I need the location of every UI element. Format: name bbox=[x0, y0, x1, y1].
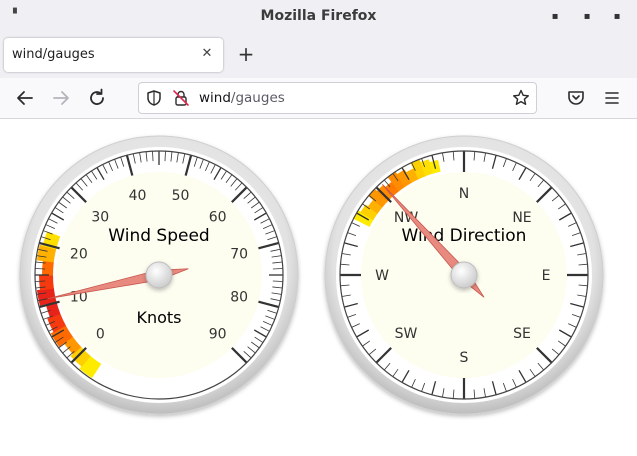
tick-mark bbox=[272, 268, 283, 270]
tick-label: 40 bbox=[129, 188, 147, 204]
star-icon[interactable] bbox=[511, 88, 531, 108]
wind-speed-gauge: 010203040 5060708090 Wind Speed Knots bbox=[19, 135, 299, 415]
navigation-toolbar: wind/gauges bbox=[0, 78, 637, 119]
pocket-button[interactable] bbox=[564, 86, 588, 110]
hamburger-menu-icon bbox=[605, 92, 619, 104]
reload-button[interactable] bbox=[85, 86, 109, 110]
speed-needle-cap bbox=[145, 261, 173, 289]
compass-label: SW bbox=[395, 326, 418, 342]
highlight-segment bbox=[39, 274, 54, 291]
reload-icon bbox=[90, 88, 104, 105]
tab-strip: wind/gauges ✕ + bbox=[0, 34, 637, 78]
tick-mark bbox=[35, 268, 46, 270]
direction-needle-cap bbox=[450, 261, 478, 289]
close-window-button[interactable]: ▪ bbox=[608, 9, 626, 25]
forward-button[interactable] bbox=[49, 86, 73, 110]
minimize-button[interactable]: ▪ bbox=[546, 9, 564, 25]
window-titlebar: ▘ Mozilla Firefox ▪ ▪ ▪ bbox=[0, 0, 637, 35]
back-button[interactable] bbox=[13, 86, 37, 110]
tick-label: 80 bbox=[230, 289, 248, 305]
tab-label: wind/gauges bbox=[12, 47, 95, 62]
speed-gauge-units: Knots bbox=[136, 308, 181, 327]
tab-close-icon[interactable]: ✕ bbox=[199, 46, 215, 62]
url-path: /gauges bbox=[230, 90, 285, 106]
window-title: Mozilla Firefox bbox=[260, 8, 377, 24]
compass-label: S bbox=[460, 350, 469, 366]
tick-label: 0 bbox=[96, 327, 105, 343]
pocket-icon bbox=[568, 91, 584, 105]
arrow-left-icon bbox=[17, 91, 33, 105]
compass-label: NE bbox=[512, 210, 531, 226]
tick-label: 90 bbox=[209, 327, 227, 343]
tick-mark bbox=[152, 151, 154, 162]
tick-label: 70 bbox=[230, 247, 248, 263]
arrow-right-icon bbox=[53, 91, 69, 105]
page-content: 0 10 20 30 40 50 60 70 80 90 Wind Speed Knots N NE… bbox=[0, 119, 637, 452]
compass-label: W bbox=[375, 268, 389, 284]
tick-mark bbox=[164, 151, 166, 162]
shield-icon[interactable] bbox=[145, 89, 163, 107]
tick-label: 30 bbox=[91, 209, 109, 225]
url-host: wind bbox=[199, 90, 231, 106]
tick-label: 20 bbox=[70, 247, 88, 263]
maximize-button[interactable]: ▪ bbox=[578, 9, 596, 25]
url-text[interactable]: wind/gauges bbox=[199, 90, 285, 106]
wind-direction-gauge: NNEESESSWWNW Wind Direction bbox=[324, 135, 604, 415]
new-tab-button[interactable]: + bbox=[235, 43, 257, 65]
url-bar[interactable]: wind/gauges bbox=[138, 82, 537, 114]
tick-mark bbox=[272, 280, 283, 282]
gauges-canvas: 010203040 5060708090 Wind Speed Knots NNE… bbox=[19, 135, 604, 415]
insecure-lock-icon[interactable] bbox=[172, 89, 190, 107]
tick-label: 50 bbox=[172, 188, 190, 204]
speed-gauge-title: Wind Speed bbox=[108, 226, 209, 246]
compass-label: E bbox=[542, 268, 551, 284]
tab-wind-gauges[interactable]: wind/gauges ✕ bbox=[4, 38, 223, 72]
tick-mark bbox=[35, 280, 46, 282]
compass-label: N bbox=[459, 186, 469, 202]
app-menu-button[interactable] bbox=[600, 86, 624, 110]
tick-label: 60 bbox=[209, 209, 227, 225]
compass-label: SE bbox=[513, 326, 531, 342]
